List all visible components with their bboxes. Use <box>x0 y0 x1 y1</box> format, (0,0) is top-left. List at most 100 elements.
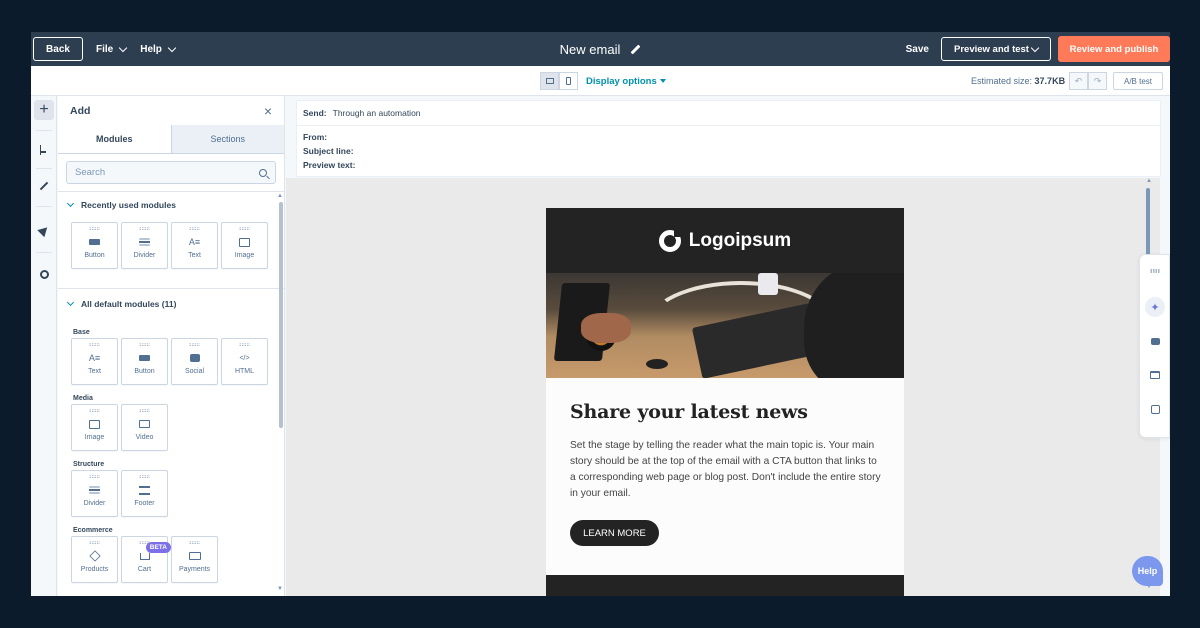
send-row[interactable]: Send: Through an automation <box>297 101 1160 126</box>
social-icon <box>189 352 201 364</box>
ai-assistant-button[interactable]: ✦ <box>1145 297 1165 317</box>
email-paragraph[interactable]: Set the stage by telling the reader what… <box>570 438 881 502</box>
pencil-icon[interactable] <box>630 44 641 54</box>
redo-button[interactable]: ↷ <box>1088 72 1107 90</box>
email-body: Logoipsum Share your latest news Set the… <box>546 208 904 596</box>
scroll-up-icon[interactable]: ▲ <box>1146 178 1152 184</box>
email-content: Share your latest news Set the stage by … <box>546 378 904 546</box>
tile-label: HTML <box>234 368 255 375</box>
tile-label: Video <box>135 434 154 441</box>
estimated-size-value: 37.7KB <box>1034 76 1066 86</box>
module-tile-divider[interactable]: Divider <box>121 222 168 269</box>
tile-label: Button <box>134 368 155 375</box>
tab-sections[interactable]: Sections <box>171 125 284 153</box>
drag-handle-icon <box>89 227 100 230</box>
back-button[interactable]: Back <box>33 37 83 61</box>
settings-rail-button[interactable] <box>34 264 54 284</box>
module-tile-html[interactable]: </> HTML <box>221 338 268 385</box>
file-menu[interactable]: File <box>96 43 128 55</box>
module-tile-products[interactable]: Products <box>71 536 118 583</box>
module-tile-button[interactable]: Button <box>121 338 168 385</box>
plus-icon: + <box>39 101 49 118</box>
mobile-view-button[interactable] <box>559 72 578 90</box>
editor-toolbar: Display options Estimated size: 37.7KB ↶… <box>31 66 1170 96</box>
module-tile-divider[interactable]: Divider <box>71 470 118 517</box>
help-menu[interactable]: Help <box>140 43 177 55</box>
chevron-down-icon <box>167 43 177 52</box>
save-button[interactable]: Save <box>906 44 929 55</box>
scroll-down-icon[interactable]: ▼ <box>277 586 283 592</box>
tile-label: Text <box>188 252 201 259</box>
module-tile-social[interactable]: Social <box>171 338 218 385</box>
tile-label: Cart <box>137 566 152 573</box>
group-label-structure: Structure <box>73 461 105 468</box>
comments-button[interactable] <box>1145 331 1165 351</box>
all-modules-toggle[interactable]: All default modules (11) <box>58 295 284 313</box>
preview-window-button[interactable] <box>1145 365 1165 385</box>
email-meta: Send: Through an automation From: Subjec… <box>296 100 1161 177</box>
undo-redo-group: ↶ ↷ <box>1069 72 1107 90</box>
desktop-view-button[interactable] <box>540 72 559 90</box>
preview-and-test-button[interactable]: Preview and test <box>941 37 1051 61</box>
tile-label: Image <box>234 252 255 259</box>
drag-handle-icon <box>89 343 100 346</box>
divider-icon <box>139 236 151 248</box>
panel-scrollbar[interactable] <box>279 202 283 428</box>
module-tile-cart[interactable]: Cart BETA <box>121 536 171 583</box>
drag-handle-icon <box>189 541 200 544</box>
divider <box>58 288 284 289</box>
tile-label: Footer <box>134 500 155 507</box>
tab-modules[interactable]: Modules <box>58 125 172 153</box>
module-tile-text[interactable]: A≡ Text <box>71 338 118 385</box>
box-icon <box>88 550 101 562</box>
design-rail-button[interactable] <box>34 176 54 196</box>
caret-down-icon <box>659 79 666 84</box>
calendar-button[interactable] <box>1145 399 1165 419</box>
module-tile-text[interactable]: A≡ Text <box>171 222 218 269</box>
recent-modules-toggle[interactable]: Recently used modules <box>58 196 284 214</box>
hero-image[interactable] <box>546 273 904 378</box>
window-icon <box>1150 371 1160 379</box>
module-tile-button[interactable]: Button <box>71 222 118 269</box>
module-tile-payments[interactable]: Payments <box>171 536 218 583</box>
desktop-icon <box>545 78 554 84</box>
close-icon[interactable]: × <box>264 103 272 119</box>
subject-line-row[interactable]: Subject line: <box>297 144 1160 158</box>
learn-more-button[interactable]: LEARN MORE <box>570 520 659 546</box>
tile-label: Payments <box>178 566 211 573</box>
chevron-down-icon <box>1030 43 1040 52</box>
module-tile-video[interactable]: Video <box>121 404 168 451</box>
base-modules-grid: A≡ Text Button Social </> HTML <box>58 338 284 385</box>
email-header[interactable]: Logoipsum <box>546 208 904 273</box>
email-editor-app: Back File Help New email Save Preview an… <box>31 32 1170 596</box>
display-options-dropdown[interactable]: Display options <box>586 76 666 87</box>
email-heading[interactable]: Share your latest news <box>570 401 881 423</box>
scroll-up-icon[interactable]: ▲ <box>277 193 283 199</box>
drag-handle-icon <box>189 227 200 230</box>
email-title[interactable]: New email <box>560 42 621 57</box>
ab-test-button[interactable]: A/B test <box>1113 72 1163 90</box>
divider-icon <box>89 484 101 496</box>
search-input[interactable]: Search <box>66 161 276 184</box>
preview-text-row[interactable]: Preview text: <box>297 158 1160 172</box>
canvas-scroll-thumb[interactable] <box>1146 188 1150 256</box>
undo-button[interactable]: ↶ <box>1069 72 1088 90</box>
drag-dots-icon <box>1150 269 1160 273</box>
add-rail-button[interactable]: + <box>34 100 54 120</box>
display-options-label: Display options <box>586 76 657 87</box>
structure-modules-grid: Divider Footer <box>58 470 284 517</box>
module-tile-image[interactable]: Image <box>221 222 268 269</box>
chevron-down-icon <box>66 298 75 307</box>
image-icon <box>89 418 101 430</box>
module-tile-image[interactable]: Image <box>71 404 118 451</box>
send-rail-button[interactable] <box>34 220 54 240</box>
image-icon <box>239 236 251 248</box>
from-row[interactable]: From: <box>297 130 1160 144</box>
paper-plane-icon <box>37 223 51 237</box>
meta-rows: From: Subject line: Preview text: <box>297 126 1160 172</box>
structure-rail-button[interactable] <box>34 140 54 160</box>
module-tile-footer[interactable]: Footer <box>121 470 168 517</box>
drag-handle-button[interactable] <box>1145 261 1165 281</box>
review-and-publish-button[interactable]: Review and publish <box>1058 36 1170 62</box>
help-button[interactable]: Help <box>1132 556 1163 586</box>
